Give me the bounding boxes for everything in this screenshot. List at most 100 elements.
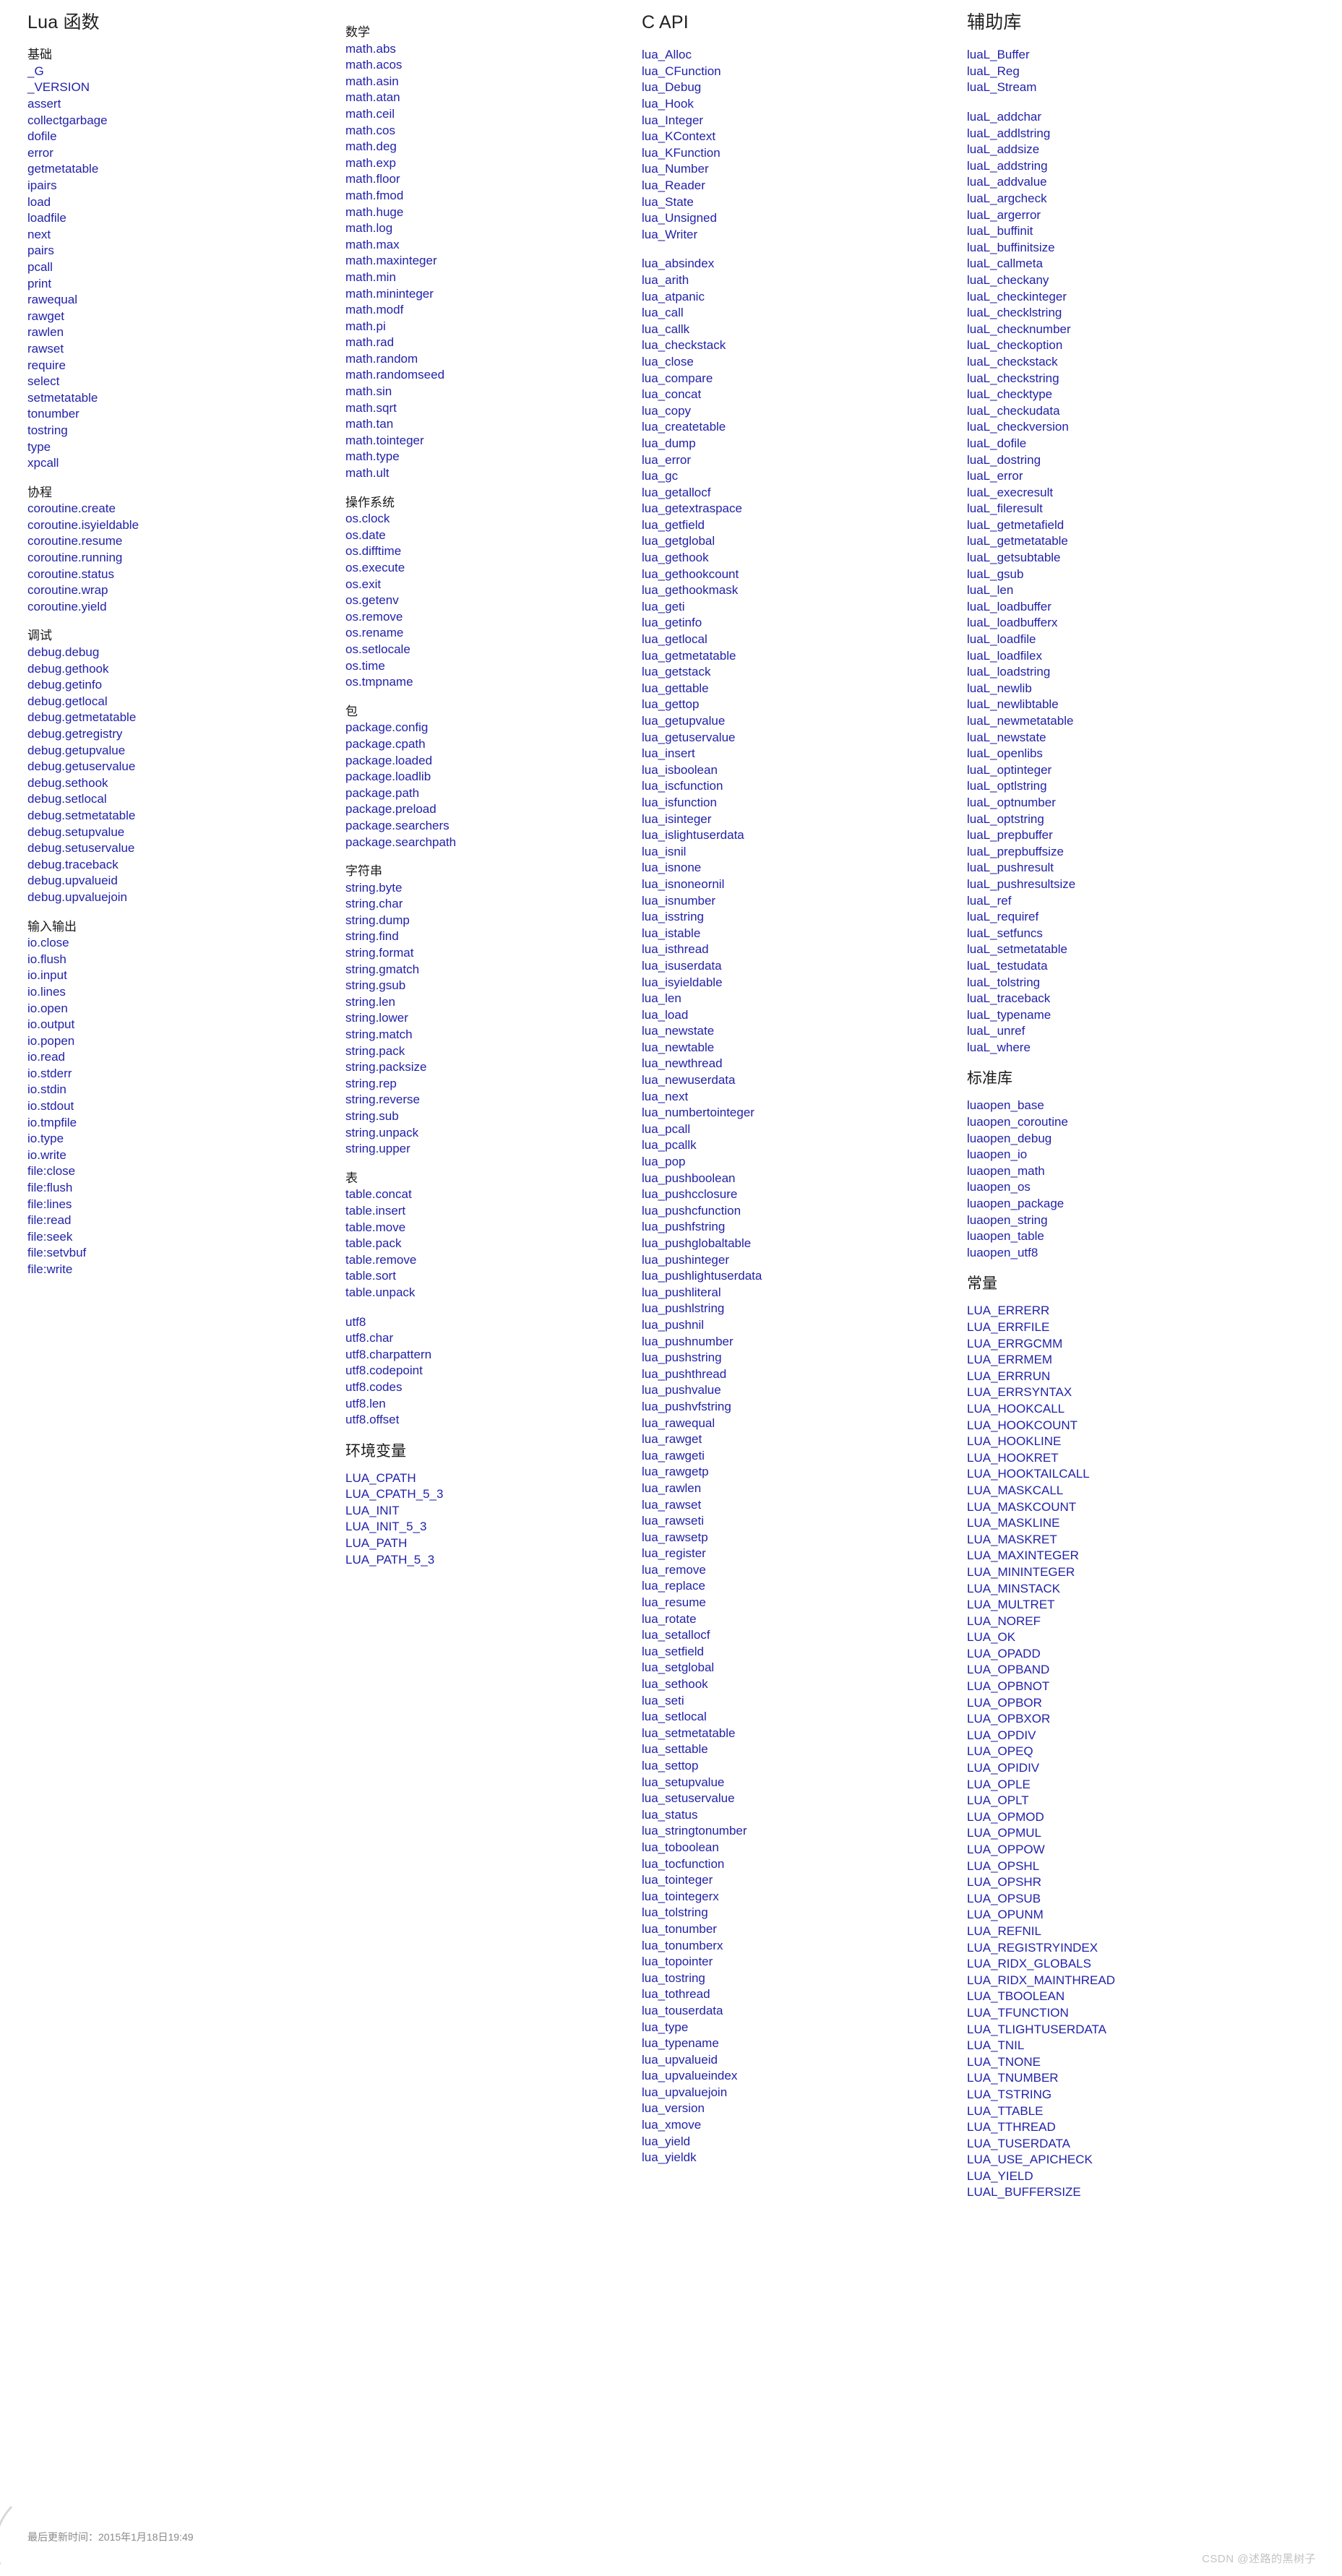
list-item[interactable]: string.gmatch: [345, 962, 636, 978]
list-item[interactable]: lua_upvalueid: [642, 2052, 961, 2069]
list-item[interactable]: lua_rawsetp: [642, 1530, 961, 1546]
list-item[interactable]: luaL_checklstring: [967, 305, 1337, 322]
list-item[interactable]: lua_status: [642, 1807, 961, 1824]
list-item[interactable]: lua_gettop: [642, 697, 961, 713]
list-item[interactable]: coroutine.resume: [27, 533, 340, 550]
list-item[interactable]: lua_getinfo: [642, 615, 961, 632]
list-item[interactable]: lua_compare: [642, 371, 961, 387]
list-item[interactable]: lua_State: [642, 194, 961, 211]
list-item[interactable]: string.lower: [345, 1010, 636, 1027]
list-item[interactable]: math.sin: [345, 384, 636, 400]
list-item[interactable]: lua_getuservalue: [642, 730, 961, 746]
list-item[interactable]: luaopen_string: [967, 1212, 1337, 1229]
list-item[interactable]: pairs: [27, 243, 340, 259]
list-item[interactable]: math.log: [345, 220, 636, 237]
list-item[interactable]: debug.setupvalue: [27, 824, 340, 841]
list-item[interactable]: LUA_TNUMBER: [967, 2070, 1337, 2087]
list-item[interactable]: math.modf: [345, 302, 636, 319]
list-item[interactable]: rawget: [27, 309, 340, 325]
list-item[interactable]: LUA_MASKLINE: [967, 1515, 1337, 1532]
list-item[interactable]: select: [27, 374, 340, 390]
list-item[interactable]: LUA_MASKRET: [967, 1532, 1337, 1548]
list-item[interactable]: package.config: [345, 720, 636, 736]
list-item[interactable]: debug.getlocal: [27, 694, 340, 710]
list-item[interactable]: lua_Unsigned: [642, 210, 961, 227]
list-item[interactable]: luaL_callmeta: [967, 256, 1337, 272]
list-item[interactable]: luaL_requiref: [967, 909, 1337, 926]
list-item[interactable]: LUA_OPMUL: [967, 1825, 1337, 1842]
list-item[interactable]: table.insert: [345, 1203, 636, 1220]
list-item[interactable]: os.difftime: [345, 543, 636, 560]
list-item[interactable]: setmetatable: [27, 390, 340, 407]
list-item[interactable]: LUAL_BUFFERSIZE: [967, 2184, 1337, 2201]
list-item[interactable]: lua_getmetatable: [642, 648, 961, 665]
list-item[interactable]: lua_copy: [642, 403, 961, 420]
list-item[interactable]: lua_yieldk: [642, 2150, 961, 2166]
list-item[interactable]: lua_callk: [642, 322, 961, 338]
list-item[interactable]: lua_isnumber: [642, 893, 961, 910]
list-item[interactable]: table.pack: [345, 1236, 636, 1252]
list-item[interactable]: luaL_checkany: [967, 272, 1337, 289]
list-item[interactable]: lua_next: [642, 1089, 961, 1106]
list-item[interactable]: LUA_YIELD: [967, 2168, 1337, 2185]
list-item[interactable]: lua_istable: [642, 926, 961, 942]
list-item[interactable]: lua_tonumberx: [642, 1938, 961, 1955]
list-item[interactable]: lua_absindex: [642, 256, 961, 272]
list-item[interactable]: lua_tocfunction: [642, 1856, 961, 1873]
list-item[interactable]: luaL_Reg: [967, 64, 1337, 80]
list-item[interactable]: LUA_CPATH: [345, 1470, 636, 1487]
list-item[interactable]: lua_createtable: [642, 419, 961, 436]
list-item[interactable]: lua_setuservalue: [642, 1791, 961, 1807]
list-item[interactable]: debug.gethook: [27, 661, 340, 678]
list-item[interactable]: loadfile: [27, 210, 340, 227]
list-item[interactable]: LUA_OPUNM: [967, 1907, 1337, 1924]
list-item[interactable]: lua_pushlightuserdata: [642, 1268, 961, 1285]
list-item[interactable]: utf8.len: [345, 1396, 636, 1413]
list-item[interactable]: LUA_PATH_5_3: [345, 1552, 636, 1569]
list-item[interactable]: lua_isthread: [642, 942, 961, 958]
list-item[interactable]: debug.getuservalue: [27, 759, 340, 775]
list-item[interactable]: luaL_pushresult: [967, 860, 1337, 876]
list-item[interactable]: coroutine.isyieldable: [27, 517, 340, 534]
list-item[interactable]: table.move: [345, 1220, 636, 1236]
list-item[interactable]: _G: [27, 64, 340, 80]
list-item[interactable]: lua_Number: [642, 161, 961, 178]
list-item[interactable]: utf8.codes: [345, 1379, 636, 1396]
list-item[interactable]: lua_pushboolean: [642, 1171, 961, 1187]
list-item[interactable]: debug.getinfo: [27, 677, 340, 694]
list-item[interactable]: lua_arith: [642, 272, 961, 289]
list-item[interactable]: luaL_dofile: [967, 436, 1337, 452]
list-item[interactable]: lua_rawequal: [642, 1416, 961, 1432]
list-item[interactable]: lua_resume: [642, 1595, 961, 1611]
list-item[interactable]: os.getenv: [345, 593, 636, 609]
list-item[interactable]: os.remove: [345, 609, 636, 626]
list-item[interactable]: tonumber: [27, 406, 340, 423]
list-item[interactable]: luaopen_package: [967, 1196, 1337, 1212]
list-item[interactable]: string.pack: [345, 1043, 636, 1060]
list-item[interactable]: lua_gethookcount: [642, 567, 961, 583]
list-item[interactable]: pcall: [27, 259, 340, 276]
list-item[interactable]: lua_error: [642, 452, 961, 469]
list-item[interactable]: lua_rawset: [642, 1497, 961, 1514]
list-item[interactable]: io.close: [27, 935, 340, 952]
list-item[interactable]: lua_tothread: [642, 1986, 961, 2003]
list-item[interactable]: math.rad: [345, 335, 636, 351]
list-item[interactable]: lua_getallocf: [642, 485, 961, 501]
list-item[interactable]: io.popen: [27, 1033, 340, 1050]
list-item[interactable]: os.date: [345, 527, 636, 544]
list-item[interactable]: luaL_newstate: [967, 730, 1337, 746]
list-item[interactable]: lua_getlocal: [642, 632, 961, 648]
list-item[interactable]: luaL_prepbuffer: [967, 827, 1337, 844]
list-item[interactable]: LUA_USE_APICHECK: [967, 2152, 1337, 2168]
list-item[interactable]: LUA_NOREF: [967, 1614, 1337, 1630]
list-item[interactable]: io.stderr: [27, 1066, 340, 1082]
list-item[interactable]: luaL_traceback: [967, 991, 1337, 1007]
list-item[interactable]: lua_replace: [642, 1578, 961, 1595]
list-item[interactable]: os.rename: [345, 625, 636, 642]
list-item[interactable]: luaL_checkstack: [967, 354, 1337, 371]
list-item[interactable]: io.write: [27, 1147, 340, 1164]
list-item[interactable]: debug.traceback: [27, 857, 340, 874]
list-item[interactable]: string.len: [345, 994, 636, 1011]
list-item[interactable]: luaL_Buffer: [967, 47, 1337, 64]
list-item[interactable]: math.floor: [345, 171, 636, 188]
